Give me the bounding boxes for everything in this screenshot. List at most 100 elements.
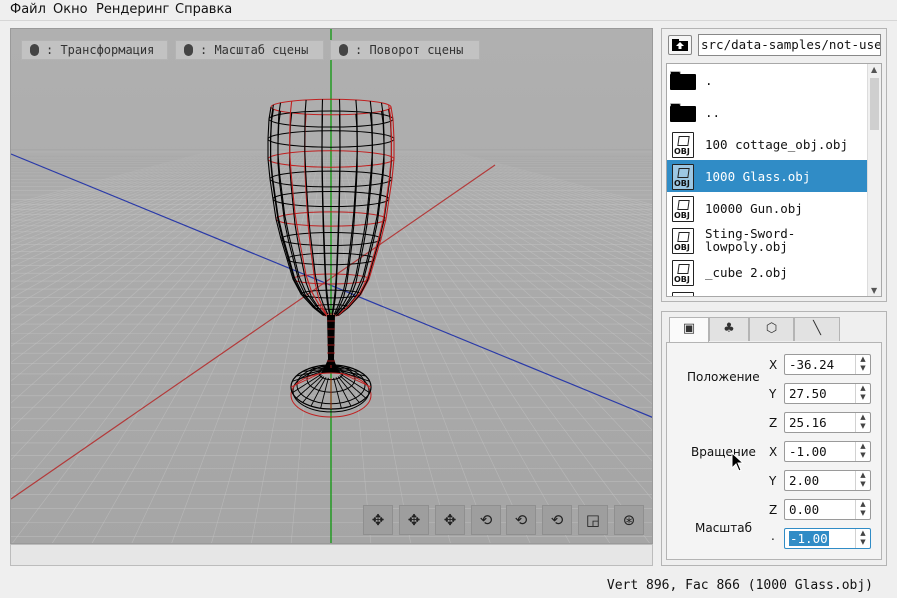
scroll-up-icon[interactable]: ▲	[871, 65, 877, 74]
spin-arrows-icon[interactable]: ▲ ▼	[855, 355, 870, 374]
rotation-z-spinbox[interactable]: 0.00 ▲ ▼	[784, 499, 871, 520]
rotate-y-button[interactable]: ⟲	[506, 505, 536, 535]
file-item-label: _cube 2.obj	[705, 264, 788, 280]
scale-dot-label: .	[771, 529, 775, 543]
file-item-label: Sting-Sword- lowpoly.obj	[705, 226, 796, 254]
mouse-cursor-icon	[731, 452, 745, 472]
spin-arrows-icon[interactable]: ▲ ▼	[855, 471, 870, 490]
position-z-spinbox[interactable]: 25.16 ▲ ▼	[784, 412, 871, 433]
file-item-glass-selected[interactable]: OBJ 1000 Glass.obj	[667, 160, 868, 192]
scrollbar-thumb[interactable]	[870, 78, 879, 130]
parent-folder-button[interactable]	[668, 35, 692, 55]
rotate-icon: ⟲	[514, 511, 528, 529]
scale-value: -1.00	[789, 531, 829, 546]
position-x-label: X	[769, 358, 778, 372]
tab-scene-tree[interactable]: ♣	[709, 317, 749, 341]
3d-viewport[interactable]: : Трансформация : Масштаб сцены : Поворо…	[10, 28, 653, 544]
menu-window[interactable]: Окно	[53, 2, 88, 17]
file-item-label: 10000 Gun.obj	[705, 200, 803, 216]
reset-view-button[interactable]: ⊛	[614, 505, 644, 535]
path-input[interactable]: src/data-samples/not-used	[698, 34, 881, 56]
move-icon: ✥	[371, 511, 385, 529]
rotation-y-label: Y	[769, 474, 777, 488]
scene-render[interactable]	[11, 29, 653, 544]
menu-bar: Файл Окно Рендеринг Справка	[0, 0, 897, 21]
move-y-button[interactable]: ✥	[399, 505, 429, 535]
transform-tab-icon: ▣	[682, 321, 696, 336]
folder-icon	[670, 103, 696, 122]
spin-arrows-icon[interactable]: ▲ ▼	[855, 500, 870, 519]
file-list[interactable]: . .. OBJ 100 cottage_obj.obj OBJ 1000 Gl…	[666, 63, 882, 297]
file-item-sword[interactable]: OBJ Sting-Sword- lowpoly.obj	[667, 224, 868, 256]
scale-icon: ◲	[585, 511, 601, 529]
file-browser-panel: src/data-samples/not-used . .. OBJ 100 c…	[661, 28, 887, 302]
spin-arrows-icon[interactable]: ▲ ▼	[855, 413, 870, 432]
position-z-value: 25.16	[789, 415, 827, 430]
rotation-x-value: -1.00	[789, 444, 827, 459]
rotate-icon: ⟲	[479, 511, 493, 529]
file-item-cottage[interactable]: OBJ 100 cottage_obj.obj	[667, 128, 868, 160]
file-item-current-dir[interactable]: .	[667, 64, 868, 96]
obj-file-icon: OBJ	[672, 164, 694, 190]
file-item-label: 100 cottage_obj.obj	[705, 136, 848, 152]
position-y-value: 27.50	[789, 386, 827, 401]
spin-arrows-icon[interactable]: ▲ ▼	[855, 384, 870, 403]
tab-mesh[interactable]: ⬡	[749, 317, 794, 341]
position-z-label: Z	[769, 416, 778, 430]
rotation-x-spinbox[interactable]: -1.00 ▲ ▼	[784, 441, 871, 462]
hint-scale: : Масштаб сцены	[175, 40, 324, 60]
position-x-value: -36.24	[789, 357, 835, 372]
move-z-button[interactable]: ✥	[435, 505, 465, 535]
move-icon: ✥	[443, 511, 457, 529]
rotation-y-value: 2.00	[789, 473, 820, 488]
position-x-spinbox[interactable]: -36.24 ▲ ▼	[784, 354, 871, 375]
file-item-parent-dir[interactable]: ..	[667, 96, 868, 128]
move-x-button[interactable]: ✥	[363, 505, 393, 535]
file-item-label: ..	[705, 104, 721, 120]
file-item-partial[interactable]	[667, 288, 868, 296]
file-item-label: .	[705, 72, 713, 88]
menu-help[interactable]: Справка	[175, 2, 232, 17]
hint-transform: : Трансформация	[21, 40, 168, 60]
rotation-z-label: Z	[769, 503, 778, 517]
hint-rotate-label: : Поворот сцены	[355, 43, 464, 57]
tab-transform[interactable]: ▣	[669, 317, 709, 343]
file-item-cube[interactable]: OBJ _cube 2.obj	[667, 256, 868, 288]
menu-render[interactable]: Рендеринг	[96, 2, 169, 17]
menu-file[interactable]: Файл	[10, 2, 46, 17]
tab-lines[interactable]: ╲	[794, 317, 840, 341]
mesh-tab-icon: ⬡	[765, 321, 778, 336]
mouse-icon	[339, 44, 348, 56]
mouse-icon	[184, 44, 193, 56]
rotate-icon: ⟲	[550, 511, 564, 529]
rotate-x-button[interactable]: ⟲	[471, 505, 501, 535]
line-tab-icon: ╲	[813, 321, 821, 336]
rotation-x-label: X	[769, 445, 778, 459]
viewport-bottom-bar	[10, 544, 653, 566]
status-text: Vert 896, Fac 866 (1000 Glass.obj)	[606, 578, 873, 593]
rotation-z-value: 0.00	[789, 502, 820, 517]
scale-label: Масштаб	[695, 521, 753, 535]
hint-rotate: : Поворот сцены	[330, 40, 480, 60]
tree-tab-icon: ♣	[723, 321, 735, 336]
scroll-down-icon[interactable]: ▼	[871, 286, 877, 295]
reset-icon: ⊛	[622, 511, 636, 529]
obj-file-icon: OBJ	[672, 228, 694, 254]
folder-up-icon	[672, 39, 688, 51]
spin-arrows-icon[interactable]: ▲ ▼	[855, 529, 870, 548]
transform-pane: Положение Вращение Масштаб X Y Z X Y Z .…	[666, 342, 882, 560]
spin-arrows-icon[interactable]: ▲ ▼	[855, 442, 870, 461]
rotate-z-button[interactable]: ⟲	[542, 505, 572, 535]
move-icon: ✥	[407, 511, 421, 529]
scale-spinbox[interactable]: -1.00 ▲ ▼	[784, 528, 871, 549]
scale-button[interactable]: ◲	[578, 505, 608, 535]
rotation-y-spinbox[interactable]: 2.00 ▲ ▼	[784, 470, 871, 491]
file-item-label: 1000 Glass.obj	[705, 168, 811, 184]
position-y-spinbox[interactable]: 27.50 ▲ ▼	[784, 383, 871, 404]
rotation-label: Вращение	[691, 445, 756, 459]
hint-transform-label: : Трансформация	[46, 43, 155, 57]
file-item-gun[interactable]: OBJ 10000 Gun.obj	[667, 192, 868, 224]
properties-panel: ▣ ♣ ⬡ ╲ Положение Вращение Масштаб X Y Z…	[661, 311, 887, 566]
hint-scale-label: : Масштаб сцены	[200, 43, 309, 57]
file-list-scrollbar[interactable]: ▲ ▼	[867, 64, 881, 296]
